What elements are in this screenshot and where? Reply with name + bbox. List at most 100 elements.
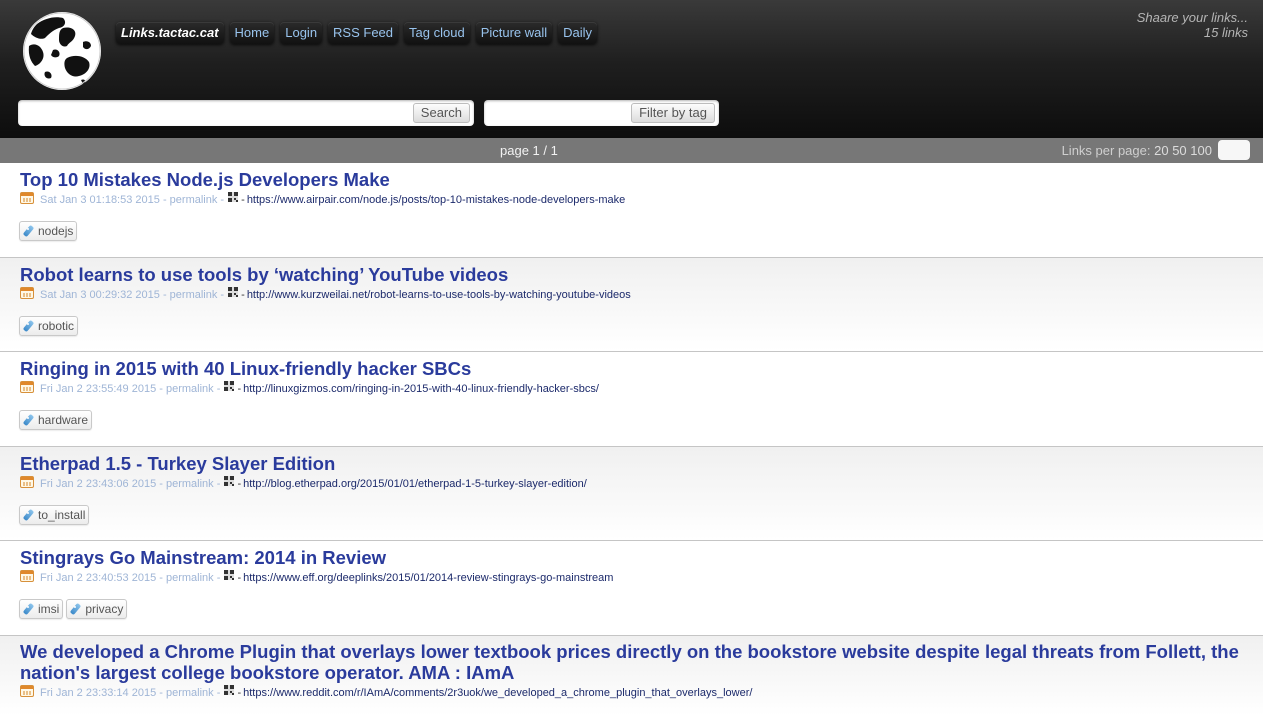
tag-filter-form: Filter by tag: [484, 100, 719, 126]
link-meta-text: Fri Jan 2 23:33:14 2015 - permalink - -h…: [40, 685, 753, 699]
calendar-icon: [20, 192, 34, 204]
link-meta-text: Fri Jan 2 23:55:49 2015 - permalink - -h…: [40, 381, 599, 395]
link-meta: Fri Jan 2 23:43:06 2015 - permalink - -h…: [20, 475, 1263, 490]
qrcode-icon[interactable]: [224, 381, 235, 391]
tag-icon: [22, 225, 35, 238]
link-item: Robot learns to use tools by ‘watching’ …: [0, 258, 1263, 352]
filter-by-tag-button[interactable]: Filter by tag: [631, 103, 715, 123]
tag-filter-input[interactable]: [488, 103, 627, 124]
link-title[interactable]: Ringing in 2015 with 40 Linux-friendly h…: [20, 358, 1263, 379]
tag-list: hardware: [19, 410, 1263, 430]
link-title[interactable]: Top 10 Mistakes Node.js Developers Make: [20, 169, 1263, 190]
tag-icon: [22, 603, 35, 616]
qrcode-icon[interactable]: [224, 570, 235, 580]
link-date: Fri Jan 2 23:40:53 2015: [40, 572, 157, 584]
tag-link[interactable]: imsi: [19, 599, 64, 619]
per-page-input[interactable]: [1218, 140, 1250, 160]
tag-label: robotic: [38, 319, 75, 333]
tag-list: to_install: [19, 505, 1263, 525]
tag-icon: [69, 603, 82, 616]
nav-home-link[interactable]: Home: [229, 22, 275, 44]
tag-label: imsi: [38, 602, 60, 616]
link-meta: Sat Jan 3 00:29:32 2015 - permalink - -h…: [20, 286, 1263, 301]
nav-brand-link[interactable]: Links.tactac.cat: [116, 22, 224, 44]
link-url[interactable]: https://www.eff.org/deeplinks/2015/01/20…: [243, 572, 613, 584]
calendar-icon: [20, 381, 34, 393]
qrcode-icon[interactable]: [228, 287, 239, 297]
link-meta: Fri Jan 2 23:55:49 2015 - permalink - -h…: [20, 380, 1263, 395]
tag-link[interactable]: hardware: [19, 410, 93, 430]
per-page-50-link[interactable]: 50: [1172, 143, 1186, 158]
tag-label: hardware: [38, 413, 89, 427]
link-meta: Fri Jan 2 23:40:53 2015 - permalink - -h…: [20, 569, 1263, 584]
tag-link[interactable]: to_install: [19, 505, 90, 525]
qrcode-icon[interactable]: [224, 476, 235, 486]
per-page-20-link[interactable]: 20: [1154, 143, 1168, 158]
tag-list: robotic: [19, 316, 1263, 336]
link-meta-text: Fri Jan 2 23:43:06 2015 - permalink - -h…: [40, 476, 587, 490]
tagline: Shaare your links... 15 links: [1137, 10, 1248, 40]
link-date: Fri Jan 2 23:33:14 2015: [40, 687, 157, 699]
page-status: page 1 / 1: [500, 143, 558, 158]
nav-rss-feed-link[interactable]: RSS Feed: [328, 22, 399, 44]
search-button[interactable]: Search: [412, 103, 470, 123]
link-meta-text: Sat Jan 3 01:18:53 2015 - permalink - -h…: [40, 192, 626, 206]
tag-list: nodejs: [19, 221, 1263, 241]
tag-icon: [22, 509, 35, 522]
qrcode-icon[interactable]: [224, 685, 235, 695]
link-url[interactable]: http://blog.etherpad.org/2015/01/01/ethe…: [243, 478, 587, 490]
permalink-link[interactable]: permalink: [166, 687, 214, 699]
link-date: Fri Jan 2 23:55:49 2015: [40, 383, 157, 395]
link-date: Sat Jan 3 01:18:53 2015: [40, 194, 160, 206]
link-date: Sat Jan 3 00:29:32 2015: [40, 289, 160, 301]
link-count: 15 links: [1203, 25, 1248, 40]
permalink-link[interactable]: permalink: [166, 478, 214, 490]
search-input[interactable]: [22, 103, 406, 124]
link-url[interactable]: http://linuxgizmos.com/ringing-in-2015-w…: [243, 383, 599, 395]
link-title[interactable]: Stingrays Go Mainstream: 2014 in Review: [20, 547, 1263, 568]
link-url[interactable]: https://www.airpair.com/node.js/posts/to…: [247, 194, 625, 206]
tag-label: to_install: [38, 508, 86, 522]
link-title[interactable]: We developed a Chrome Plugin that overla…: [20, 641, 1263, 683]
per-page-100-link[interactable]: 100: [1190, 143, 1212, 158]
link-item: We developed a Chrome Plugin that overla…: [0, 636, 1263, 716]
link-list: Top 10 Mistakes Node.js Developers Make …: [0, 163, 1263, 716]
nav-daily-link[interactable]: Daily: [558, 22, 598, 44]
nav-login-link[interactable]: Login: [280, 22, 323, 44]
link-item: Stingrays Go Mainstream: 2014 in Review …: [0, 541, 1263, 636]
globe-logo-icon[interactable]: [23, 12, 101, 90]
tag-icon: [22, 414, 35, 427]
links-per-page: Links per page: 20 50 100: [1062, 143, 1212, 158]
permalink-link[interactable]: permalink: [170, 194, 218, 206]
calendar-icon: [20, 287, 34, 299]
tag-label: privacy: [85, 602, 124, 616]
link-meta: Sat Jan 3 01:18:53 2015 - permalink - -h…: [20, 191, 1263, 206]
permalink-link[interactable]: permalink: [170, 289, 218, 301]
link-item: Etherpad 1.5 - Turkey Slayer Edition Fri…: [0, 447, 1263, 541]
link-title[interactable]: Etherpad 1.5 - Turkey Slayer Edition: [20, 453, 1263, 474]
calendar-icon: [20, 570, 34, 582]
tag-link[interactable]: robotic: [19, 316, 79, 336]
link-item: Ringing in 2015 with 40 Linux-friendly h…: [0, 352, 1263, 447]
top-nav: Links.tactac.cat Home Login RSS Feed Tag…: [116, 22, 598, 44]
link-url[interactable]: https://www.reddit.com/r/IAmA/comments/2…: [243, 687, 752, 699]
nav-tag-cloud-link[interactable]: Tag cloud: [404, 22, 470, 44]
nav-picture-wall-link[interactable]: Picture wall: [475, 22, 553, 44]
tag-link[interactable]: privacy: [66, 599, 128, 619]
calendar-icon: [20, 476, 34, 488]
tag-icon: [22, 320, 35, 333]
header: Links.tactac.cat Home Login RSS Feed Tag…: [0, 0, 1263, 138]
pagination-bar: page 1 / 1 Links per page: 20 50 100: [0, 138, 1263, 163]
tag-link[interactable]: nodejs: [19, 221, 78, 241]
link-date: Fri Jan 2 23:43:06 2015: [40, 478, 157, 490]
link-url[interactable]: http://www.kurzweilai.net/robot-learns-t…: [247, 289, 631, 301]
link-item: Top 10 Mistakes Node.js Developers Make …: [0, 163, 1263, 258]
links-per-page-label: Links per page:: [1061, 143, 1151, 158]
qrcode-icon[interactable]: [228, 192, 239, 202]
tag-label: nodejs: [38, 224, 74, 238]
permalink-link[interactable]: permalink: [166, 572, 214, 584]
permalink-link[interactable]: permalink: [166, 383, 214, 395]
tagline-text: Shaare your links...: [1136, 10, 1248, 25]
calendar-icon: [20, 685, 34, 697]
link-title[interactable]: Robot learns to use tools by ‘watching’ …: [20, 264, 1263, 285]
